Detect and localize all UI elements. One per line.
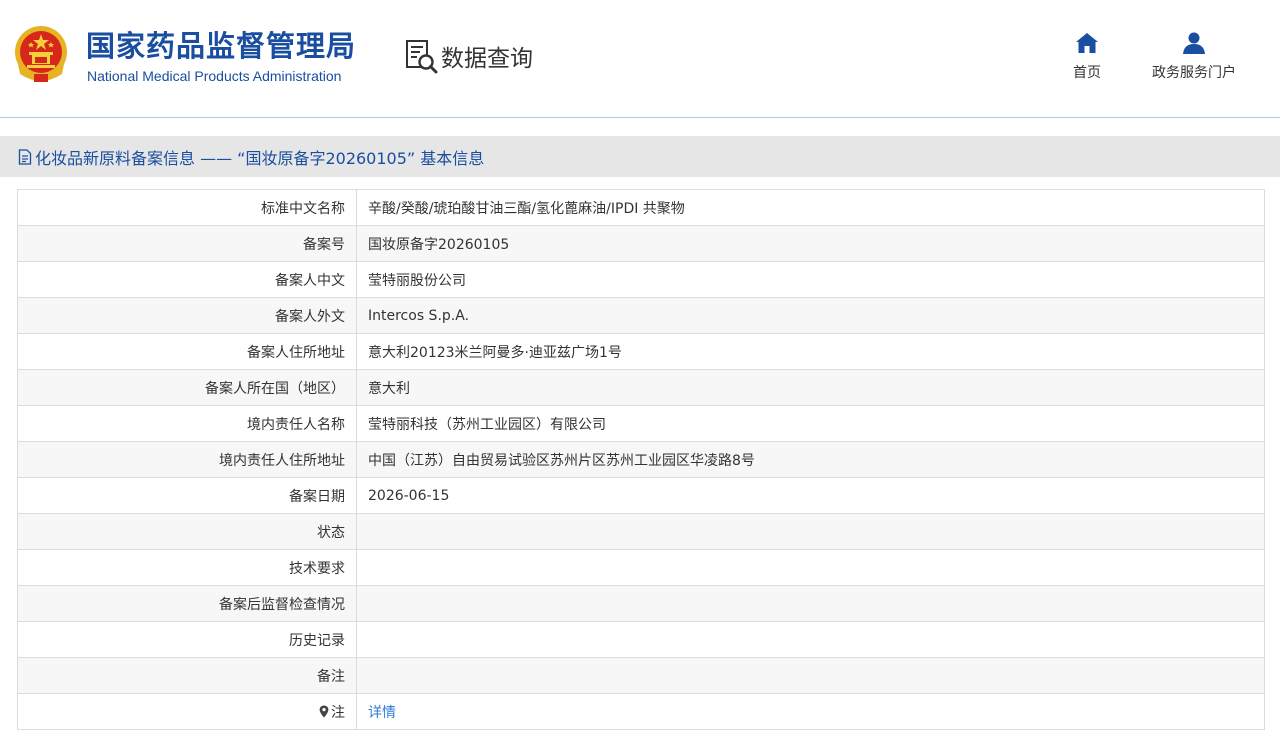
org-name-en: National Medical Products Administration — [87, 68, 342, 84]
table-row: 境内责任人名称 莹特丽科技（苏州工业园区）有限公司 — [17, 405, 1265, 442]
table-row: 备案日期 2026-06-15 — [17, 477, 1265, 514]
nav-service-portal-link[interactable]: 政务服务门户 — [1146, 30, 1242, 82]
query-title-text: 数据查询 — [441, 46, 533, 72]
info-table: 标准中文名称 辛酸/癸酸/琥珀酸甘油三酯/氢化蓖麻油/IPDI 共聚物 备案号 国妆原… — [17, 189, 1265, 730]
national-emblem-icon — [15, 26, 67, 82]
row-label: 技术要求 — [17, 549, 357, 586]
data-query-title: 数据查询 — [405, 38, 533, 74]
row-label: 备案号 — [17, 225, 357, 262]
table-row: 备案后监督检查情况 — [17, 585, 1265, 622]
row-value: 莹特丽股份公司 — [356, 261, 1265, 298]
document-search-icon — [406, 40, 438, 74]
table-row: 标准中文名称 辛酸/癸酸/琥珀酸甘油三酯/氢化蓖麻油/IPDI 共聚物 — [17, 189, 1265, 226]
home-icon — [1076, 33, 1098, 53]
row-value — [356, 585, 1265, 622]
section-title: 化妆品新原料备案信息 —— “国妆原备字20260105” 基本信息 — [35, 148, 485, 168]
table-row: 历史记录 — [17, 621, 1265, 658]
table-row: 备案人中文 莹特丽股份公司 — [17, 261, 1265, 298]
row-label: 境内责任人住所地址 — [17, 441, 357, 478]
row-value: 辛酸/癸酸/琥珀酸甘油三酯/氢化蓖麻油/IPDI 共聚物 — [356, 189, 1265, 226]
table-row: 备案人外文 Intercos S.p.A. — [17, 297, 1265, 334]
note-label: 注 — [331, 704, 345, 721]
row-value — [356, 549, 1265, 586]
location-pin-icon — [319, 705, 329, 717]
row-value — [356, 621, 1265, 658]
row-value: 意大利20123米兰阿曼多·迪亚兹广场1号 — [356, 333, 1265, 370]
table-row: 备案人所在国（地区） 意大利 — [17, 369, 1265, 406]
row-value: 2026-06-15 — [356, 477, 1265, 514]
details-link[interactable]: 详情 — [368, 705, 396, 721]
nav-home-link[interactable]: 首页 — [1068, 30, 1106, 82]
row-label: 备案人住所地址 — [17, 333, 357, 370]
row-value: 中国（江苏）自由贸易试验区苏州片区苏州工业园区华凌路8号 — [356, 441, 1265, 478]
row-label: 境内责任人名称 — [17, 405, 357, 442]
table-row: 备案人住所地址 意大利20123米兰阿曼多·迪亚兹广场1号 — [17, 333, 1265, 370]
site-header: 国家药品监督管理局 National Medical Products Admi… — [0, 0, 1280, 118]
row-label: 备案人中文 — [17, 261, 357, 298]
row-value — [356, 513, 1265, 550]
table-row: 境内责任人住所地址 中国（江苏）自由贸易试验区苏州片区苏州工业园区华凌路8号 — [17, 441, 1265, 478]
table-row: 技术要求 — [17, 549, 1265, 586]
nav-service-label: 政务服务门户 — [1152, 65, 1236, 81]
row-value: 意大利 — [356, 369, 1265, 406]
org-name-cn: 国家药品监督管理局 — [86, 29, 357, 63]
row-label: 备案后监督检查情况 — [17, 585, 357, 622]
note-label-cell: 注 — [17, 693, 357, 730]
user-icon — [1183, 32, 1205, 54]
row-label: 备注 — [17, 657, 357, 694]
table-row: 备注 — [17, 657, 1265, 694]
table-row-note: 注 详情 — [17, 693, 1265, 730]
row-label: 备案人所在国（地区） — [17, 369, 357, 406]
nav-home-label: 首页 — [1073, 65, 1101, 81]
note-value-cell: 详情 — [356, 693, 1265, 730]
row-value: 国妆原备字20260105 — [356, 225, 1265, 262]
table-row: 状态 — [17, 513, 1265, 550]
row-label: 备案日期 — [17, 477, 357, 514]
section-header: 化妆品新原料备案信息 —— “国妆原备字20260105” 基本信息 — [0, 136, 1280, 177]
row-label: 历史记录 — [17, 621, 357, 658]
document-icon — [18, 148, 32, 165]
table-row: 备案号 国妆原备字20260105 — [17, 225, 1265, 262]
row-label: 状态 — [17, 513, 357, 550]
row-value: Intercos S.p.A. — [356, 297, 1265, 334]
row-label: 标准中文名称 — [17, 189, 357, 226]
row-value: 莹特丽科技（苏州工业园区）有限公司 — [356, 405, 1265, 442]
row-label: 备案人外文 — [17, 297, 357, 334]
row-value — [356, 657, 1265, 694]
